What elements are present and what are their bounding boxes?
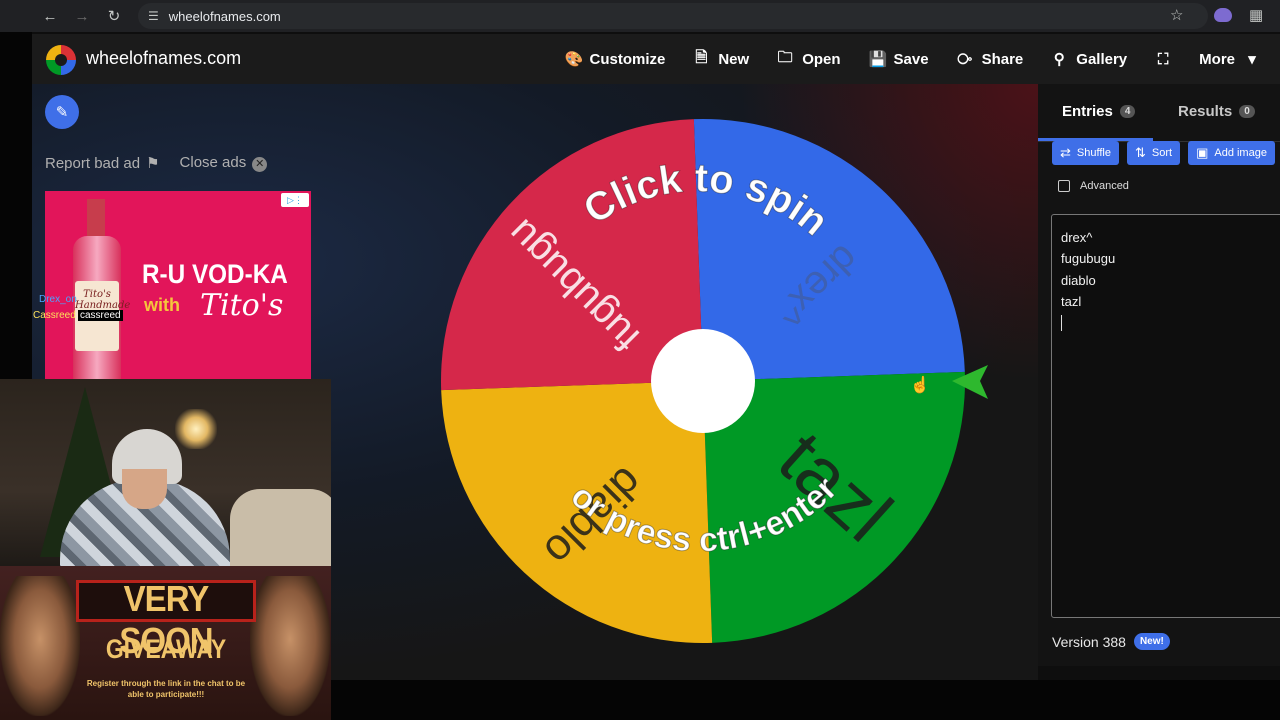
image-icon: ▣ <box>1196 145 1209 160</box>
fullscreen-button[interactable]: ⛶ <box>1155 51 1171 68</box>
forward-icon[interactable]: → <box>66 0 98 32</box>
main-menu: 🎨 Customize 🗎 New 🗀 Open 💾 Save ⧂ Share ⚲ Gall… <box>537 34 1261 84</box>
caret-down-icon: ▾ <box>1248 51 1256 68</box>
webcam-overlay <box>0 379 331 566</box>
add-image-button[interactable]: ▣ Add image <box>1188 141 1275 165</box>
flag-icon: ⚑ <box>146 155 160 172</box>
more-button[interactable]: More ▾ <box>1199 50 1260 69</box>
report-bad-ad-link[interactable]: Report bad ad ⚑ <box>45 154 160 172</box>
site-name[interactable]: wheelofnames.com <box>86 48 241 69</box>
close-ads-link[interactable]: Close ads ✕ <box>180 154 268 172</box>
fullscreen-icon: ⛶ <box>1157 50 1169 68</box>
wheel-pointer-icon <box>952 365 988 399</box>
entries-panel: Entries 4 Results 0 ⇄ Shuffle ⇅ Sort ▣ Add … <box>1038 84 1280 666</box>
chat-username: Drex_on <box>39 294 77 305</box>
edit-pencil-button[interactable]: ✎ <box>45 95 79 129</box>
version-info: Version 388 New! <box>1052 633 1170 650</box>
close-icon: ✕ <box>252 157 268 172</box>
back-icon[interactable]: ← <box>34 0 66 32</box>
entries-actions: ⇄ Shuffle ⇅ Sort ▣ Add image <box>1052 141 1275 165</box>
pencil-icon: ✎ <box>55 104 69 121</box>
bottle-neck <box>87 199 105 239</box>
text-caret <box>1061 315 1062 332</box>
adchoices-icon[interactable]: ▷⋮ <box>281 193 309 207</box>
chat-username: Cassreed <box>33 310 76 321</box>
share-button[interactable]: ⧂ Share <box>957 50 1023 68</box>
site-settings-icon[interactable]: ☰ <box>148 9 159 23</box>
ad-brand: Tito's <box>200 288 284 323</box>
giveaway-subtitle: GIVEAWAY <box>105 634 227 664</box>
shuffle-icon: ⇄ <box>1060 145 1071 160</box>
lamp-light <box>175 409 217 449</box>
ad-headline: R-U VOD-KA <box>142 259 288 289</box>
reload-icon[interactable]: ↻ <box>98 0 130 32</box>
cartoon-character-right <box>250 576 330 716</box>
new-button[interactable]: 🗎 New <box>693 47 749 72</box>
share-icon: ⧂ <box>957 50 973 68</box>
giveaway-overlay: VERY SOON GIVEAWAY Register through the … <box>0 566 331 720</box>
app-header: wheelofnames.com 🎨 Customize 🗎 New 🗀 Open 💾… <box>32 34 1280 84</box>
entries-textarea[interactable]: drex^ fugubugu diablo tazl <box>1051 214 1280 618</box>
wheel-center-hub <box>651 329 755 433</box>
extension-icon[interactable] <box>1214 8 1232 22</box>
url-text: wheelofnames.com <box>168 8 281 24</box>
palette-icon: 🎨 <box>564 51 584 68</box>
extensions-puzzle-icon[interactable]: ▦ <box>1249 6 1263 24</box>
advanced-toggle[interactable]: Advanced <box>1058 180 1129 192</box>
bookmark-star-icon[interactable]: ☆ <box>1170 6 1183 24</box>
spin-wheel[interactable]: drex^ tazl diablo fugubugu Click to spin… <box>438 116 968 646</box>
customize-button[interactable]: 🎨 Customize <box>564 50 666 69</box>
entry-line: tazl <box>1061 293 1082 309</box>
folder-icon: 🗀 <box>777 48 793 66</box>
sort-button[interactable]: ⇅ Sort <box>1126 141 1181 165</box>
open-button[interactable]: 🗀 Open <box>777 47 841 72</box>
ad-controls: Report bad ad ⚑ Close ads ✕ <box>45 154 268 172</box>
advanced-checkbox[interactable] <box>1058 180 1070 192</box>
panel-tabs: Entries 4 Results 0 <box>1038 98 1280 142</box>
entry-line: fugubugu <box>1061 251 1116 267</box>
address-bar[interactable]: ☰ wheelofnames.com <box>138 3 1208 29</box>
tab-entries[interactable]: Entries 4 <box>1062 103 1136 120</box>
shuffle-button[interactable]: ⇄ Shuffle <box>1052 141 1119 165</box>
tab-results[interactable]: Results 0 <box>1178 103 1255 120</box>
ad-with: with <box>144 295 180 315</box>
gallery-button[interactable]: ⚲ Gallery <box>1051 50 1127 69</box>
streamer-face <box>122 469 167 509</box>
hand-cursor-icon: ☝ <box>910 377 930 394</box>
sofa <box>230 489 331 566</box>
file-icon: 🗎 <box>695 48 708 66</box>
save-button[interactable]: 💾 Save <box>868 50 929 69</box>
results-count-badge: 0 <box>1239 105 1255 118</box>
cartoon-character-left <box>0 576 80 716</box>
wheel-logo-icon[interactable] <box>46 45 76 75</box>
version-label[interactable]: Version 388 <box>1052 634 1126 650</box>
vodka-ad-banner[interactable]: ▷⋮ Tito's Handmade R-U VOD-KA with Tito'… <box>45 191 311 381</box>
browser-toolbar: ← → ↻ ☰ wheelofnames.com ☆ ▦ <box>0 0 1280 32</box>
giveaway-note: Register through the link in the chat to… <box>86 679 246 699</box>
entry-line: drex^ <box>1061 230 1093 245</box>
search-icon: ⚲ <box>1053 51 1065 68</box>
wheel-svg[interactable]: drex^ tazl diablo fugubugu Click to spin… <box>438 116 968 646</box>
bottom-black-bar <box>331 680 1280 720</box>
new-badge[interactable]: New! <box>1133 633 1170 650</box>
sort-icon: ⇅ <box>1134 145 1146 160</box>
floppy-icon: 💾 <box>868 51 888 68</box>
entry-line: diablo <box>1061 272 1096 288</box>
entries-count-badge: 4 <box>1119 105 1136 118</box>
chat-username: cassreed <box>78 310 123 321</box>
